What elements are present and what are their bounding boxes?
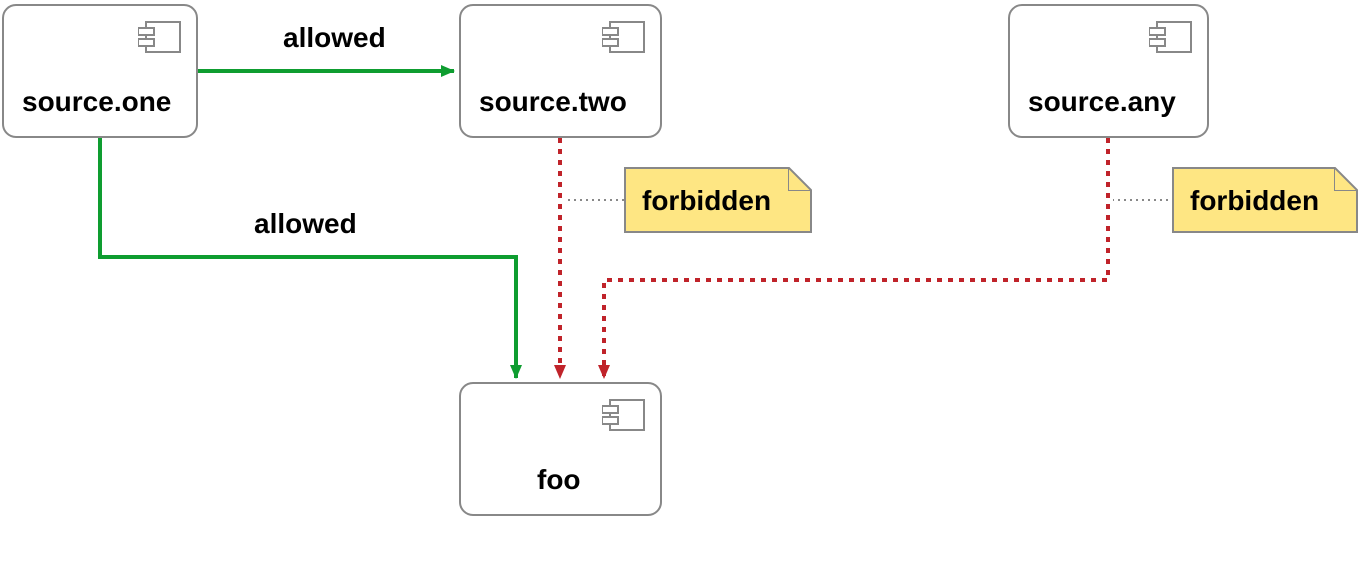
component-source-two: source.two (459, 4, 662, 138)
component-icon (602, 18, 646, 61)
diagram-canvas: source.one source.two source.any (0, 0, 1360, 568)
component-source-one: source.one (2, 4, 198, 138)
component-icon (138, 18, 182, 61)
component-label: source.any (1028, 86, 1176, 118)
component-label: source.two (479, 86, 627, 118)
component-label: source.one (22, 86, 171, 118)
component-icon (1149, 18, 1193, 61)
note-forbidden-any: forbidden (1172, 167, 1358, 233)
edge-label-allowed-vertical: allowed (254, 208, 357, 240)
edge-label-allowed-horizontal: allowed (283, 22, 386, 54)
note-forbidden-two: forbidden (624, 167, 812, 233)
note-label: forbidden (642, 185, 771, 217)
component-source-any: source.any (1008, 4, 1209, 138)
component-foo: foo (459, 382, 662, 516)
note-label: forbidden (1190, 185, 1319, 217)
edge-allowed-one-to-foo (100, 138, 516, 378)
component-label: foo (537, 464, 581, 496)
component-icon (602, 396, 646, 439)
